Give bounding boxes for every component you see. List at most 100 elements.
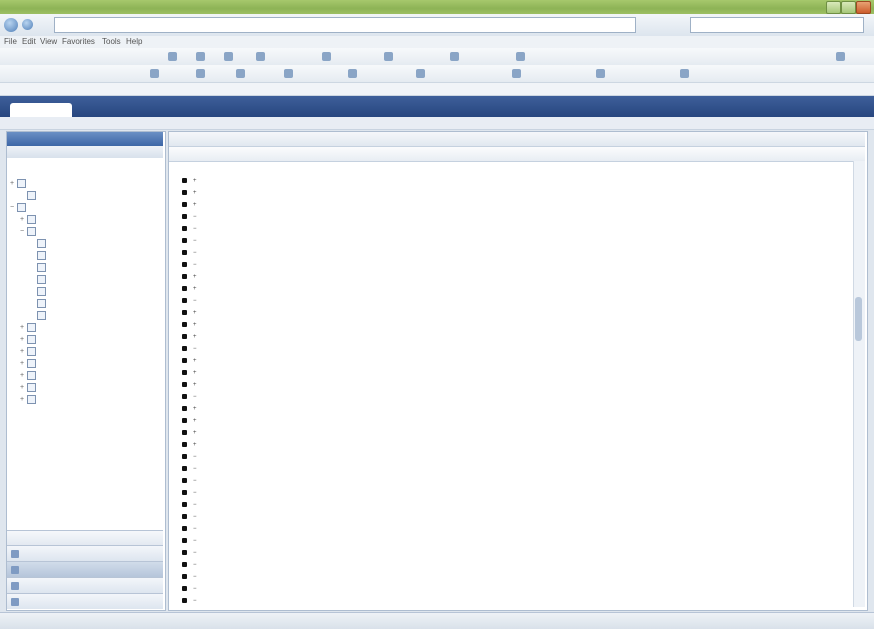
tree-item[interactable]: + <box>20 214 39 225</box>
tree-item[interactable] <box>30 298 49 309</box>
close-button[interactable] <box>856 1 871 14</box>
tree-item[interactable]: + <box>10 178 29 189</box>
table-row[interactable]: + <box>169 367 852 379</box>
back-icon[interactable] <box>4 18 18 32</box>
table-row[interactable]: − <box>169 391 852 403</box>
expand-icon[interactable]: + <box>10 178 15 189</box>
table-row[interactable]: − <box>169 259 852 271</box>
table-row[interactable]: − <box>169 523 852 535</box>
toolbar-icon[interactable] <box>196 69 205 78</box>
tree-item[interactable] <box>30 274 49 285</box>
table-row[interactable]: + <box>169 199 852 211</box>
expand-icon[interactable]: + <box>20 370 25 381</box>
table-row[interactable]: + <box>169 355 852 367</box>
table-row[interactable]: − <box>169 571 852 583</box>
table-row[interactable]: − <box>169 463 852 475</box>
toolbar-icon[interactable] <box>168 52 177 61</box>
menu-tools[interactable]: Tools <box>102 37 121 46</box>
scrollbar-thumb[interactable] <box>855 297 862 341</box>
table-row[interactable]: − <box>169 475 852 487</box>
menu-file[interactable]: File <box>4 37 17 46</box>
vertical-scrollbar[interactable] <box>853 161 865 607</box>
maximize-button[interactable] <box>841 1 856 14</box>
toolbar-icon[interactable] <box>256 52 265 61</box>
table-row[interactable]: − <box>169 559 852 571</box>
tree-item[interactable]: + <box>20 382 39 393</box>
tree-item[interactable] <box>30 262 49 273</box>
table-row[interactable]: − <box>169 343 852 355</box>
toolbar-icon[interactable] <box>596 69 605 78</box>
menu-help[interactable]: Help <box>126 37 142 46</box>
toolbar-icon[interactable] <box>384 52 393 61</box>
forward-icon[interactable] <box>22 19 33 30</box>
menu-view[interactable]: View <box>40 37 57 46</box>
table-row[interactable]: + <box>169 415 852 427</box>
expand-icon[interactable]: + <box>20 334 25 345</box>
table-row[interactable]: − <box>169 595 852 607</box>
toolbar-icon[interactable] <box>224 52 233 61</box>
table-row[interactable]: − <box>169 583 852 595</box>
expand-icon[interactable]: + <box>20 214 25 225</box>
menu-favorites[interactable]: Favorites <box>62 37 95 46</box>
search-input[interactable] <box>690 17 864 33</box>
nav-pane-button[interactable] <box>7 593 163 609</box>
expand-icon[interactable]: − <box>10 202 15 213</box>
tree-item[interactable] <box>30 286 49 297</box>
toolbar-icon[interactable] <box>196 52 205 61</box>
expand-icon[interactable]: − <box>20 226 25 237</box>
toolbar-icon[interactable] <box>416 69 425 78</box>
table-row[interactable]: + <box>169 427 852 439</box>
tree-item[interactable] <box>30 310 49 321</box>
tree-item[interactable] <box>20 190 39 201</box>
tree-item[interactable]: + <box>20 358 39 369</box>
table-row[interactable]: − <box>169 535 852 547</box>
tree-item[interactable]: − <box>20 226 39 237</box>
expand-icon[interactable]: + <box>20 394 25 405</box>
nav-pane-button[interactable] <box>7 577 163 593</box>
table-row[interactable]: − <box>169 547 852 559</box>
address-bar[interactable] <box>54 17 636 33</box>
table-row[interactable]: − <box>169 247 852 259</box>
table-row[interactable]: + <box>169 175 852 187</box>
expand-icon[interactable]: + <box>20 358 25 369</box>
toolbar-icon[interactable] <box>150 69 159 78</box>
toolbar-icon[interactable] <box>348 69 357 78</box>
table-row[interactable]: + <box>169 439 852 451</box>
table-row[interactable]: + <box>169 283 852 295</box>
table-row[interactable]: − <box>169 295 852 307</box>
table-row[interactable]: − <box>169 223 852 235</box>
tree-item[interactable]: + <box>20 394 39 405</box>
table-row[interactable]: − <box>169 487 852 499</box>
table-row[interactable]: − <box>169 511 852 523</box>
tree-item[interactable]: + <box>20 322 39 333</box>
tree-item[interactable] <box>30 238 49 249</box>
table-row[interactable]: − <box>169 451 852 463</box>
expand-icon[interactable]: + <box>20 382 25 393</box>
nav-pane-button[interactable] <box>7 545 163 561</box>
tree-item[interactable]: + <box>20 370 39 381</box>
toolbar-icon[interactable] <box>450 52 459 61</box>
table-row[interactable]: − <box>169 235 852 247</box>
tree-item[interactable]: − <box>10 202 29 213</box>
toolbar-icon[interactable] <box>512 69 521 78</box>
toolbar-icon[interactable] <box>284 69 293 78</box>
table-row[interactable]: + <box>169 331 852 343</box>
splitter[interactable] <box>7 530 163 545</box>
table-row[interactable]: + <box>169 403 852 415</box>
toolbar-icon[interactable] <box>236 69 245 78</box>
tree-item[interactable]: + <box>20 334 39 345</box>
toolbar-icon[interactable] <box>680 69 689 78</box>
nav-pane-button[interactable] <box>7 561 163 577</box>
toolbar-icon[interactable] <box>322 52 331 61</box>
expand-icon[interactable]: + <box>20 322 25 333</box>
menu-edit[interactable]: Edit <box>22 37 36 46</box>
toolbar-icon[interactable] <box>836 52 845 61</box>
table-row[interactable]: + <box>169 307 852 319</box>
tree-item[interactable] <box>30 250 49 261</box>
expand-icon[interactable]: + <box>20 346 25 357</box>
table-row[interactable]: + <box>169 379 852 391</box>
table-row[interactable]: − <box>169 211 852 223</box>
table-row[interactable]: − <box>169 499 852 511</box>
table-row[interactable]: + <box>169 319 852 331</box>
toolbar-icon[interactable] <box>516 52 525 61</box>
